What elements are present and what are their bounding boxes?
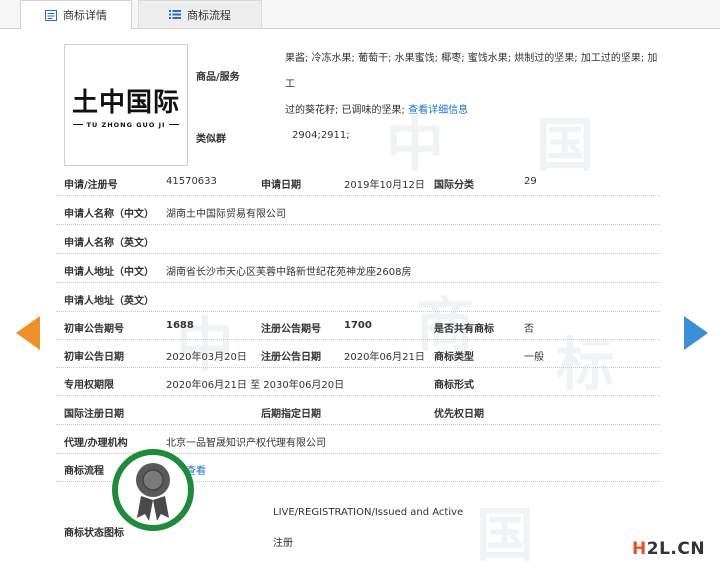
type-label: 商标类型: [434, 352, 474, 363]
reg-ann-no-value: 1700: [344, 320, 372, 331]
apply-date-value: 2019年10月12日: [344, 180, 425, 191]
previous-arrow-icon[interactable]: [16, 316, 40, 350]
watermark: 标: [556, 331, 615, 399]
tab-bar: 商标详情 商标流程: [0, 0, 720, 30]
intl-class-label: 国际分类: [434, 180, 474, 191]
next-arrow-icon[interactable]: [684, 316, 708, 350]
logo-text-en: TU ZHONG GUO JI: [72, 121, 180, 129]
logo-text-cn: 土中国际: [71, 87, 180, 118]
document-icon: [45, 9, 57, 21]
status-cn-value: 注册: [273, 538, 293, 549]
prelim-no-label: 初审公告期号: [64, 324, 124, 335]
reg-ann-date-label: 注册公告日期: [261, 352, 321, 363]
address-cn-label: 申请人地址（中文）: [64, 267, 154, 278]
applicant-cn-label: 申请人名称（中文）: [64, 209, 154, 220]
prelim-date-label: 初审公告日期: [64, 352, 124, 363]
intl-reg-date-label: 国际注册日期: [64, 409, 124, 420]
shared-label: 是否共有商标: [434, 324, 494, 335]
status-en-value: LIVE/REGISTRATION/Issued and Active: [273, 507, 464, 518]
registration-seal-icon: [112, 449, 194, 531]
row-divider: [56, 195, 660, 196]
apply-date-label: 申请日期: [261, 180, 301, 191]
address-en-label: 申请人地址（英文）: [64, 296, 154, 307]
tab-trademark-details[interactable]: 商标详情: [20, 0, 132, 30]
view-details-link[interactable]: 查看详细信息: [408, 105, 468, 116]
row-divider: [56, 311, 660, 312]
row-divider: [56, 367, 660, 368]
row-divider: [56, 253, 660, 254]
row-divider: [56, 339, 660, 340]
similar-group-label: 类似群: [196, 134, 226, 145]
agent-label: 代理/办理机构: [64, 438, 128, 449]
applicant-cn-value: 湖南土中国际贸易有限公司: [166, 209, 286, 220]
reg-ann-date-value: 2020年06月21日: [344, 352, 425, 363]
later-date-label: 后期指定日期: [261, 409, 321, 420]
reg-no-label: 申请/注册号: [64, 180, 118, 191]
prelim-no-value: 1688: [166, 320, 194, 331]
type-value: 一般: [524, 352, 544, 363]
process-label: 商标流程: [64, 466, 104, 477]
applicant-en-label: 申请人名称（英文）: [64, 238, 154, 249]
reg-ann-no-label: 注册公告期号: [261, 324, 321, 335]
row-divider: [56, 395, 660, 396]
watermark: 国: [476, 501, 535, 569]
trademark-logo-image: 土中国际 TU ZHONG GUO JI: [64, 44, 188, 166]
goods-services-value: 果酱; 冷冻水果; 葡萄干; 水果蜜饯; 椰枣; 蜜饯水果; 烘制过的坚果; 加…: [285, 53, 658, 116]
address-cn-value: 湖南省长沙市天心区芙蓉中路新世纪花苑神龙座2608房: [166, 267, 412, 278]
tab-label: 商标流程: [187, 8, 231, 22]
row-divider: [56, 224, 660, 225]
reg-no-value: 41570633: [166, 176, 217, 187]
prelim-date-value: 2020年03月20日: [166, 352, 247, 363]
shared-value: 否: [524, 324, 534, 335]
agent-value: 北京一品智晟知识产权代理有限公司: [166, 438, 326, 449]
list-icon: [169, 10, 181, 19]
tab-label: 商标详情: [63, 9, 107, 22]
similar-group-value: 2904;2911;: [292, 130, 350, 141]
form-label: 商标形式: [434, 380, 474, 391]
priority-label: 优先权日期: [434, 409, 484, 420]
row-divider: [56, 424, 660, 425]
exclusive-label: 专用权期限: [64, 380, 114, 391]
tab-trademark-process[interactable]: 商标流程: [138, 0, 262, 29]
goods-services-label: 商品/服务: [196, 72, 240, 83]
exclusive-value: 2020年06月21日 至 2030年06月20日: [166, 380, 345, 391]
intl-class-value: 29: [524, 176, 537, 187]
site-logo: H2L.CN: [632, 539, 706, 559]
row-divider: [56, 282, 660, 283]
